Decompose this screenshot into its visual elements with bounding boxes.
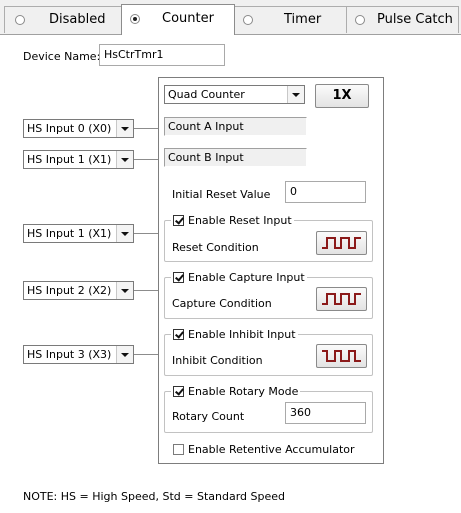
tab-pulse-catch[interactable]: Pulse Catch xyxy=(346,6,459,33)
chevron-down-icon[interactable] xyxy=(287,86,304,103)
capture-input-select[interactable]: HS Input 2 (X2) xyxy=(23,281,134,300)
retentive-accumulator-checkbox[interactable] xyxy=(173,444,184,455)
falling-edge-pulse-icon xyxy=(322,350,361,362)
chevron-down-icon[interactable] xyxy=(116,282,133,299)
enable-capture-input-checkbox-row[interactable]: Enable Capture Input xyxy=(171,270,307,285)
multiplier-button[interactable]: 1X xyxy=(315,84,369,108)
tab-disabled-radio[interactable] xyxy=(15,15,25,25)
chevron-down-icon[interactable] xyxy=(116,346,133,363)
tab-counter[interactable]: Counter xyxy=(121,4,235,35)
count-a-input-select[interactable]: HS Input 0 (X0) xyxy=(23,119,134,138)
rotary-count-label: Rotary Count xyxy=(172,410,245,423)
enable-reset-input-checkbox[interactable] xyxy=(173,215,184,226)
tab-disabled-label: Disabled xyxy=(49,12,106,27)
counter-mode-select[interactable]: Quad Counter xyxy=(164,85,305,104)
enable-reset-input-checkbox-row[interactable]: Enable Reset Input xyxy=(171,213,294,228)
tab-disabled[interactable]: Disabled xyxy=(4,6,122,33)
reset-input-select[interactable]: HS Input 1 (X1) xyxy=(23,224,134,243)
initial-reset-value-input[interactable]: 0 xyxy=(285,181,366,203)
rising-edge-pulse-icon xyxy=(322,237,361,249)
chevron-down-icon[interactable] xyxy=(116,151,133,168)
count-b-input-select[interactable]: HS Input 1 (X1) xyxy=(23,150,134,169)
chevron-down-icon[interactable] xyxy=(116,120,133,137)
tab-strip: Disabled Pulse Catch Timer Counter xyxy=(0,0,461,35)
capture-condition-button[interactable] xyxy=(316,287,367,311)
capture-input-select-value: HS Input 2 (X2) xyxy=(27,284,112,297)
enable-reset-input-label: Enable Reset Input xyxy=(188,214,292,227)
tab-counter-label: Counter xyxy=(162,11,214,26)
inhibit-condition-label: Inhibit Condition xyxy=(172,354,263,367)
retentive-accumulator-row[interactable]: Enable Retentive Accumulator xyxy=(173,443,355,456)
initial-reset-value-label: Initial Reset Value xyxy=(172,188,271,201)
reset-input-group: Enable Reset Input Reset Condition xyxy=(164,213,373,262)
enable-inhibit-input-checkbox[interactable] xyxy=(173,329,184,340)
retentive-accumulator-label: Enable Retentive Accumulator xyxy=(188,443,355,456)
enable-inhibit-input-checkbox-row[interactable]: Enable Inhibit Input xyxy=(171,327,298,342)
enable-capture-input-label: Enable Capture Input xyxy=(188,271,305,284)
chevron-down-icon[interactable] xyxy=(116,225,133,242)
tab-pulse-catch-label: Pulse Catch xyxy=(377,12,453,27)
reset-condition-label: Reset Condition xyxy=(172,241,259,254)
rising-edge-pulse-icon xyxy=(322,293,361,305)
device-name-input[interactable]: HsCtrTmr1 xyxy=(99,44,225,66)
rotary-count-input[interactable]: 360 xyxy=(285,402,366,424)
counter-mode-select-value: Quad Counter xyxy=(168,88,245,101)
speed-note: NOTE: HS = High Speed, Std = Standard Sp… xyxy=(23,490,285,503)
tab-timer-radio[interactable] xyxy=(243,15,253,25)
capture-input-group: Enable Capture Input Capture Condition xyxy=(164,270,373,319)
count-b-input-select-value: HS Input 1 (X1) xyxy=(27,153,112,166)
tab-counter-radio[interactable] xyxy=(130,14,140,24)
tab-timer[interactable]: Timer xyxy=(234,6,347,33)
inhibit-input-select-value: HS Input 3 (X3) xyxy=(27,348,112,361)
reset-condition-button[interactable] xyxy=(316,231,367,255)
enable-capture-input-checkbox[interactable] xyxy=(173,272,184,283)
device-name-label: Device Name: xyxy=(23,50,101,63)
enable-rotary-mode-checkbox-row[interactable]: Enable Rotary Mode xyxy=(171,384,301,399)
capture-condition-label: Capture Condition xyxy=(172,297,272,310)
count-a-input-label: Count A Input xyxy=(164,117,307,136)
count-a-input-select-value: HS Input 0 (X0) xyxy=(27,122,112,135)
enable-inhibit-input-label: Enable Inhibit Input xyxy=(188,328,296,341)
tab-pulse-catch-radio[interactable] xyxy=(355,15,365,25)
inhibit-input-select[interactable]: HS Input 3 (X3) xyxy=(23,345,134,364)
inhibit-input-group: Enable Inhibit Input Inhibit Condition xyxy=(164,327,373,376)
tab-timer-label: Timer xyxy=(284,12,322,27)
rotary-mode-group: Enable Rotary Mode Rotary Count 360 xyxy=(164,384,373,433)
reset-input-select-value: HS Input 1 (X1) xyxy=(27,227,112,240)
inhibit-condition-button[interactable] xyxy=(316,344,367,368)
enable-rotary-mode-label: Enable Rotary Mode xyxy=(188,385,299,398)
enable-rotary-mode-checkbox[interactable] xyxy=(173,386,184,397)
count-b-input-label: Count B Input xyxy=(164,148,307,167)
